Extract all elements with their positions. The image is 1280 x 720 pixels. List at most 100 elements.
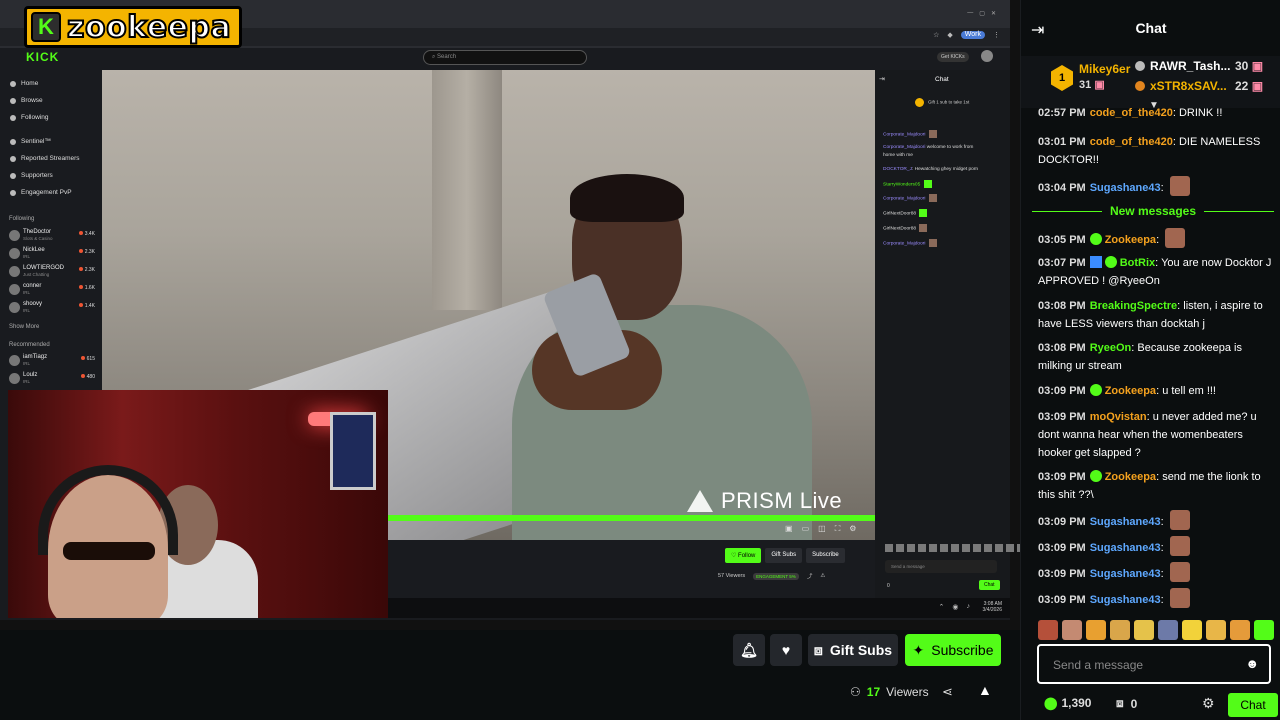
- emote-button[interactable]: [1230, 620, 1250, 640]
- chat-send-button[interactable]: Chat: [1228, 693, 1278, 717]
- kick-following-heading: Following: [9, 216, 35, 222]
- chat-message: 03:09 PM Sugashane43:: [1038, 536, 1274, 557]
- chat-header: ⇥ Chat: [1021, 0, 1280, 56]
- kick-subscribe-button: Subscribe: [806, 548, 845, 563]
- fullscreen-icon: ⛶: [834, 524, 841, 533]
- viewer-count: ⚇ 17 Viewers: [850, 685, 929, 699]
- kick-nav-reported: Reported Streamers: [10, 155, 80, 162]
- bell-icon: 🔔︎: [740, 641, 758, 658]
- chat-message: 03:08 PM BreakingSpectre: listen, i aspir…: [1038, 300, 1263, 330]
- chat-message: 03:09 PM Sugashane43:: [1038, 510, 1274, 531]
- os-taskbar: ⌃ ◉ ♪ 3:08 AM 3/4/2026: [388, 598, 1010, 618]
- subscribe-button[interactable]: ✦ Subscribe: [905, 634, 1001, 666]
- kick-chat-message: Corporate_Majdoori: [883, 239, 937, 247]
- player-progress-bar: [387, 515, 875, 521]
- avatar: [9, 373, 20, 384]
- kick-chat-button: Chat: [979, 580, 1000, 590]
- kick-chat-pane: ⇥ Chat Gift 1 sub to take 1st Corporate_…: [875, 70, 1010, 600]
- points-icon: ⬤: [1044, 696, 1058, 710]
- kick-following-item: LOWTIERGOD Just Chatting 2.3K: [9, 264, 97, 280]
- chat-message: 03:09 PM moQvistan: u never added me? u d…: [1038, 411, 1257, 459]
- taskbar-tray-icons: ⌃ ◉ ♪: [939, 603, 970, 611]
- bronze-badge-icon: [1135, 81, 1145, 91]
- gold-rank-badge-icon: 1: [1051, 65, 1073, 91]
- avatar: [9, 302, 20, 313]
- player-controls: ▣ ▭ ◫ ⛶ ⚙: [785, 524, 856, 534]
- verified-badge-icon: [1089, 470, 1102, 482]
- kick-search-placeholder: Search: [437, 54, 457, 60]
- browse-icon: [10, 97, 16, 104]
- pip-icon: ◫: [818, 524, 826, 533]
- share-icon[interactable]: ⋖: [942, 684, 953, 700]
- wall-pillar: [432, 70, 502, 310]
- gift-count[interactable]: ⧈ 0: [1116, 696, 1137, 711]
- wifi-icon: ◉: [952, 604, 959, 611]
- chat-footer: ⬤ 1,390 ⧈ 0 ⚙ Chat: [1020, 690, 1280, 720]
- avatar: [9, 284, 20, 295]
- emote-button[interactable]: [1182, 620, 1202, 640]
- gift-icon: ▣: [1094, 79, 1105, 91]
- new-messages-divider: New messages: [1032, 202, 1274, 220]
- kick-chat-message: Corporate_Majdoori: [883, 194, 937, 202]
- kick-nav-sentinel: Sentinel™: [10, 138, 51, 145]
- emote-button[interactable]: [1086, 620, 1106, 640]
- chat-message-input[interactable]: [1053, 656, 1238, 674]
- kick-k-icon: K: [31, 12, 61, 42]
- emote-button[interactable]: [1158, 620, 1178, 640]
- emote-icon: [919, 209, 928, 217]
- kick-sidebar: Home Browse Following Sentinel™ Reported…: [0, 72, 100, 392]
- kick-chat-counts: 0: [887, 583, 890, 589]
- emote-button[interactable]: [1254, 620, 1274, 640]
- emote-image: [1169, 588, 1190, 608]
- minimize-icon: —: [967, 10, 974, 16]
- gifter-row[interactable]: RAWR_Tash... 30 ▣: [1135, 59, 1263, 73]
- gifter-row[interactable]: xSTR8xSAV... 22 ▣: [1135, 79, 1263, 93]
- kick-user-avatar: [981, 50, 993, 62]
- follow-heart-button[interactable]: ♥: [770, 634, 802, 666]
- heart-icon: [10, 114, 16, 121]
- kick-stream-meta: 57 Viewers ENGAGEMENT 5% ⤴ ⚠: [718, 572, 825, 580]
- emote-image: [1165, 228, 1186, 248]
- logo-text: zookeepa: [66, 9, 232, 46]
- avatar: [9, 266, 20, 277]
- kick-logo: KICK: [26, 50, 60, 64]
- video-player[interactable]: — ▢ ✕ ☆ ◆ Work ⋮ KICK ⌕ Search Get KICKs…: [0, 0, 1020, 630]
- chat-message-box[interactable]: ☻: [1037, 644, 1271, 684]
- emoji-picker-icon[interactable]: ☻: [1245, 656, 1259, 671]
- kick-send-message-input: Send a message: [885, 560, 997, 573]
- bot-badge-icon: [1089, 256, 1102, 268]
- extension-icon: ◆: [947, 32, 953, 39]
- chat-message: 03:08 PM RyeeOn: Because zookeepa is milk…: [1038, 342, 1242, 372]
- emote-quick-bar: [1038, 620, 1274, 640]
- channel-points[interactable]: ⬤ 1,390: [1044, 696, 1091, 710]
- close-icon: ✕: [990, 11, 996, 17]
- gift-subs-button[interactable]: ⧈ Gift Subs: [808, 634, 898, 666]
- star-icon: ☆: [933, 32, 940, 39]
- chat-message: 03:04 PM Sugashane43:: [1038, 176, 1274, 197]
- kick-search-input: ⌕ Search: [423, 50, 587, 65]
- chat-settings-icon[interactable]: ⚙: [1202, 695, 1215, 712]
- notification-bell-button[interactable]: 🔔︎: [733, 634, 765, 666]
- emote-button[interactable]: [1110, 620, 1130, 640]
- emote-image: [1169, 510, 1190, 530]
- emote-icon: [928, 194, 937, 202]
- emote-button[interactable]: [1062, 620, 1082, 640]
- report-warning-icon[interactable]: ▲: [978, 682, 992, 698]
- emote-button[interactable]: [1206, 620, 1226, 640]
- emote-button[interactable]: [1038, 620, 1058, 640]
- trophy-icon: [10, 189, 16, 196]
- warning-icon: ⚠: [820, 573, 826, 579]
- kick-following-item: NickLee IRL 2.3K: [9, 246, 97, 262]
- chat-message: 03:05 PM Zookeepa:: [1038, 228, 1274, 249]
- kick-following-item: conner IRL 1.6K: [9, 282, 97, 298]
- kick-action-buttons: ♡ Follow Gift Subs Subscribe: [725, 548, 845, 563]
- emote-icon: [928, 130, 937, 138]
- emote-icon: [923, 180, 932, 188]
- streamer-hair: [570, 174, 684, 222]
- profile-work-badge: Work: [960, 31, 985, 39]
- webcam-overlay: [8, 390, 388, 618]
- gift-icon: ⧈: [1116, 696, 1124, 710]
- emote-button[interactable]: [1134, 620, 1154, 640]
- prism-live-text: PRISM Live: [721, 488, 843, 513]
- kick-gift-banner: Gift 1 sub to take 1st: [915, 98, 969, 107]
